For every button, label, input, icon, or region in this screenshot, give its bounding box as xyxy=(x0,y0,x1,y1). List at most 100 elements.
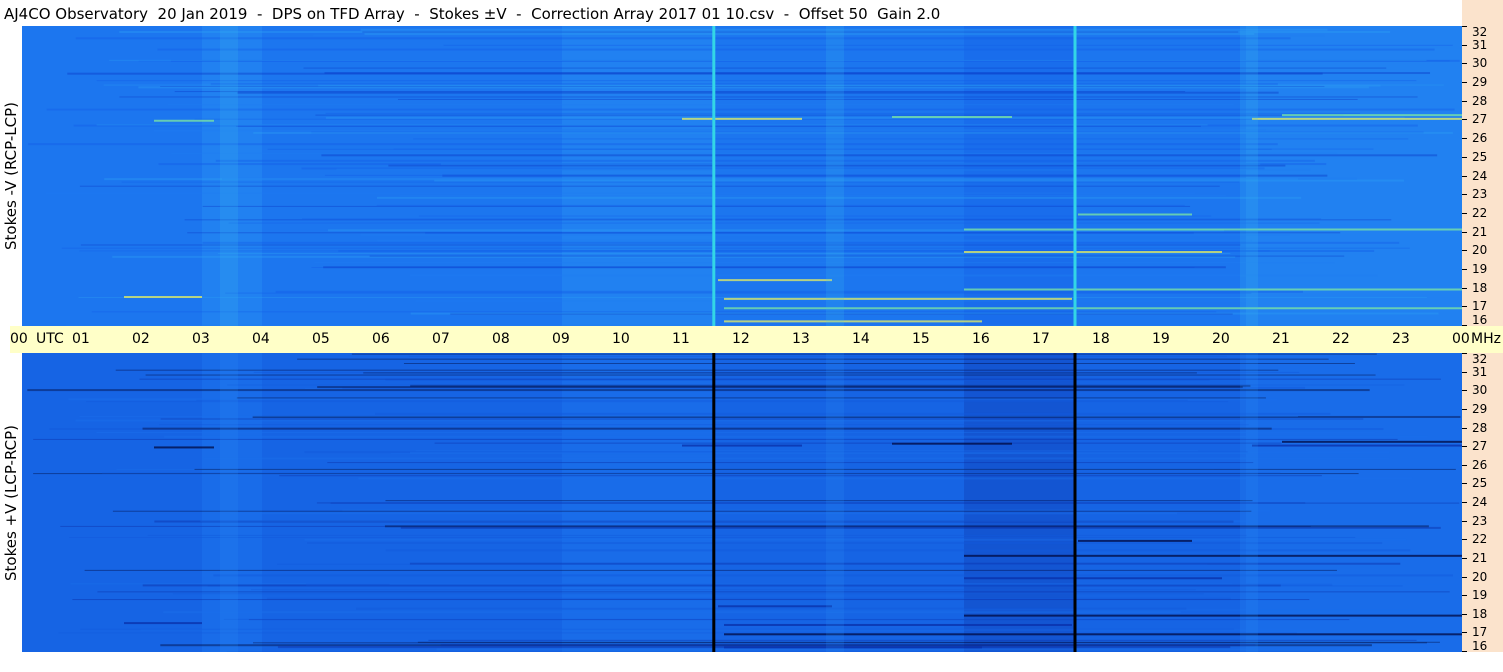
frequency-stripe xyxy=(58,632,1297,634)
vertical-band xyxy=(1240,353,1258,652)
frequency-stripe xyxy=(72,599,1310,601)
time-tick-label: 05 xyxy=(312,331,330,347)
frequency-stripe xyxy=(336,168,1311,171)
frequency-stripe xyxy=(236,397,1266,399)
emission-streak xyxy=(964,577,1222,580)
frequency-tick-label: 23 xyxy=(1472,513,1488,528)
vertical-band xyxy=(826,26,844,326)
frequency-tick-mark xyxy=(1462,557,1467,559)
frequency-tick-mark xyxy=(1462,100,1467,102)
frequency-stripe xyxy=(403,362,1355,364)
time-tick-label: 08 xyxy=(492,331,510,347)
frequency-stripe xyxy=(228,222,1320,224)
frequency-stripe xyxy=(217,253,1231,255)
frequency-tick-mark xyxy=(1462,613,1467,615)
emission-streak xyxy=(964,251,1222,253)
frequency-stripe xyxy=(184,219,1392,221)
frequency-stripe xyxy=(389,583,1458,585)
frequency-stripe xyxy=(45,192,1196,194)
frequency-stripe xyxy=(297,358,1329,360)
frequency-stripe xyxy=(360,28,1328,31)
frequency-stripe xyxy=(324,174,1256,176)
frequency-tick-label: 27 xyxy=(1472,439,1488,454)
data-gap-line xyxy=(1073,353,1077,652)
frequency-tick-label: 31 xyxy=(1472,37,1488,52)
frequency-stripe xyxy=(203,457,1390,460)
frequency-tick-mark xyxy=(1462,446,1467,448)
frequency-stripe xyxy=(80,628,1235,630)
frequency-tick-mark xyxy=(1462,138,1467,140)
frequency-tick-label: 30 xyxy=(1472,383,1488,398)
time-tick-label: 06 xyxy=(372,331,390,347)
time-tick-label: 00 xyxy=(10,331,28,347)
frequency-stripe xyxy=(428,639,1417,641)
frequency-stripe xyxy=(385,500,1253,502)
frequency-tick-mark xyxy=(1462,44,1467,46)
data-gap-line xyxy=(712,26,716,326)
emission-streak xyxy=(892,442,1012,445)
emission-streak xyxy=(724,646,982,649)
time-tick-label: UTC xyxy=(36,331,64,347)
time-tick-label: 16 xyxy=(972,331,990,347)
frequency-tick-mark xyxy=(1462,268,1467,270)
frequency-stripe xyxy=(202,205,1191,207)
spectrogram-bottom xyxy=(22,353,1462,652)
time-tick-label: 12 xyxy=(732,331,750,347)
frequency-stripe xyxy=(109,59,1427,61)
y-axis-label-bottom: Stokes +V (LCP-RCP) xyxy=(0,353,22,652)
frequency-stripe xyxy=(28,143,1278,146)
frequency-tick-label: 30 xyxy=(1472,56,1488,71)
frequency-stripe xyxy=(303,67,1387,69)
vertical-band xyxy=(1240,26,1258,326)
time-tick-label: 03 xyxy=(192,331,210,347)
emission-streak xyxy=(124,622,202,625)
emission-streak xyxy=(718,605,832,608)
frequency-tick-mark xyxy=(1462,371,1467,373)
frequency-stripe xyxy=(369,255,1345,257)
axis-corner xyxy=(1462,0,1503,26)
frequency-stripe xyxy=(434,442,1282,444)
emission-streak xyxy=(124,296,202,298)
frequency-stripe xyxy=(174,91,1186,93)
frequency-stripe xyxy=(145,374,1376,376)
frequency-tick-label: 24 xyxy=(1472,495,1488,509)
frequency-tick-label: 31 xyxy=(1472,364,1488,379)
frequency-tick-label: 32 xyxy=(1472,352,1488,366)
time-tick-label: 18 xyxy=(1092,331,1110,347)
frequency-tick-label: 18 xyxy=(1472,280,1488,295)
frequency-stripe xyxy=(360,233,1290,236)
frequency-stripe xyxy=(222,177,1357,180)
frequency-stripe xyxy=(410,312,1439,315)
emission-streak xyxy=(724,320,982,323)
frequency-stripe xyxy=(147,534,1247,536)
emission-streak xyxy=(1252,117,1462,120)
data-gap-line xyxy=(1073,26,1077,326)
frequency-stripe xyxy=(323,266,1226,269)
frequency-stripe xyxy=(436,648,1427,651)
frequency-tick-mark xyxy=(1462,353,1467,354)
vertical-band xyxy=(220,353,238,652)
frequency-tick-label: 16 xyxy=(1472,313,1488,327)
frequency-tick-mark xyxy=(1462,539,1467,541)
frequency-stripe xyxy=(84,569,1337,571)
frequency-stripe xyxy=(316,502,1306,504)
frequency-stripe xyxy=(73,124,1418,127)
frequency-tick-mark xyxy=(1462,231,1467,233)
frequency-tick-mark xyxy=(1462,651,1467,652)
frequency-stripe xyxy=(196,399,1188,401)
frequency-tick-mark xyxy=(1462,63,1467,65)
frequency-stripe xyxy=(364,32,1255,35)
time-tick-label: 17 xyxy=(1032,331,1050,347)
vertical-band xyxy=(220,26,238,326)
time-tick-label: 10 xyxy=(612,331,630,347)
frequency-stripe xyxy=(275,290,1303,293)
frequency-stripe xyxy=(121,181,1240,183)
frequency-stripe xyxy=(327,462,1254,464)
frequency-tick-label: 24 xyxy=(1472,168,1488,183)
emission-streak xyxy=(892,116,1012,118)
frequency-stripe xyxy=(96,80,1417,82)
time-tick-label: 21 xyxy=(1272,331,1290,347)
emission-streak xyxy=(682,444,802,447)
frequency-stripe xyxy=(119,96,1418,98)
frequency-tick-mark xyxy=(1462,175,1467,177)
